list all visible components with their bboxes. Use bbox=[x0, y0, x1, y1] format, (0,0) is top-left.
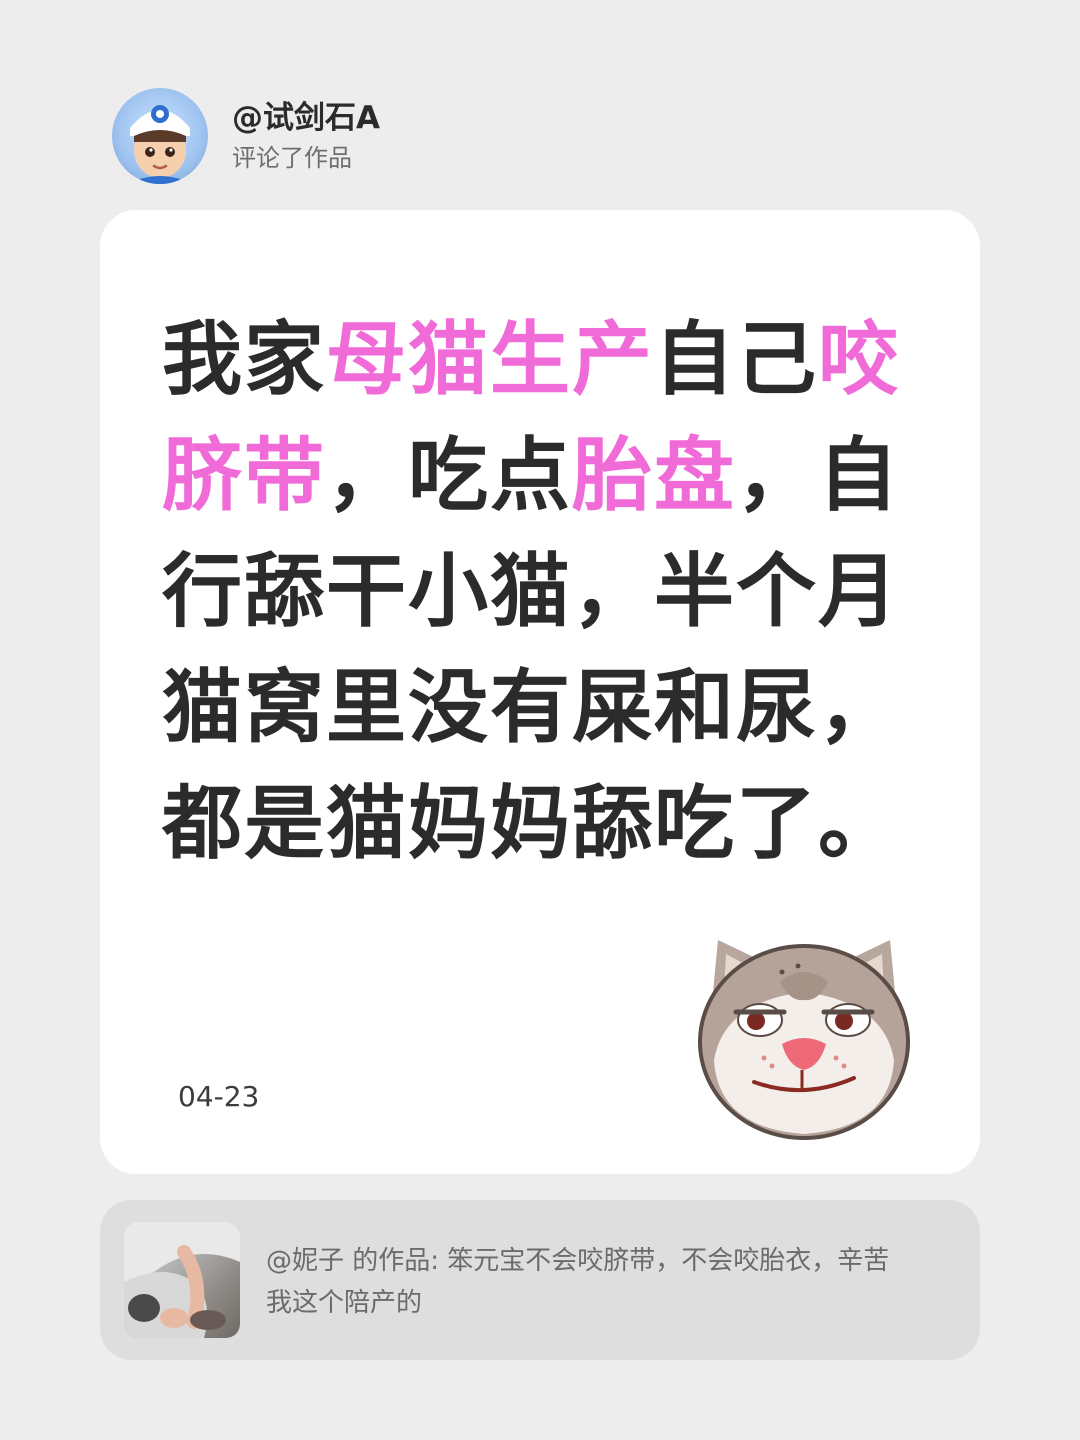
comment-phrase: 我家 bbox=[162, 313, 326, 406]
referenced-post-text: @妮子 的作品: 笨元宝不会咬脐带，不会咬胎衣，辛苦我这个陪产的 bbox=[266, 1246, 890, 1318]
comment-phrase: ，吃点 bbox=[326, 429, 572, 522]
comment-card: 我家母猫生产自己咬脐带，吃点胎盘，自行舔干小猫，半个月猫窝里没有屎和尿，都是猫妈… bbox=[100, 210, 980, 1174]
action-label: 评论了作品 bbox=[232, 144, 352, 172]
highlighted-phrase: 胎盘 bbox=[572, 429, 736, 522]
avatar[interactable] bbox=[112, 88, 208, 184]
boy-avatar-icon bbox=[128, 105, 192, 184]
comment-header: @试剑石A 评论了作品 bbox=[112, 88, 380, 184]
highlighted-phrase: 母猫生产 bbox=[326, 313, 654, 406]
comment-date: 04-23 bbox=[178, 1080, 260, 1113]
post-thumbnail[interactable] bbox=[124, 1222, 240, 1338]
username[interactable]: @试剑石A bbox=[232, 99, 380, 137]
referenced-post[interactable]: @妮子 的作品: 笨元宝不会咬脐带，不会咬胎衣，辛苦我这个陪产的 bbox=[100, 1200, 980, 1360]
comment-phrase: 自己 bbox=[654, 313, 818, 406]
comment-text: 我家母猫生产自己咬脐带，吃点胎盘，自行舔干小猫，半个月猫窝里没有屎和尿，都是猫妈… bbox=[162, 302, 922, 882]
post-thumbnail-image bbox=[124, 1222, 240, 1338]
cat-smirk-icon bbox=[698, 940, 910, 1140]
